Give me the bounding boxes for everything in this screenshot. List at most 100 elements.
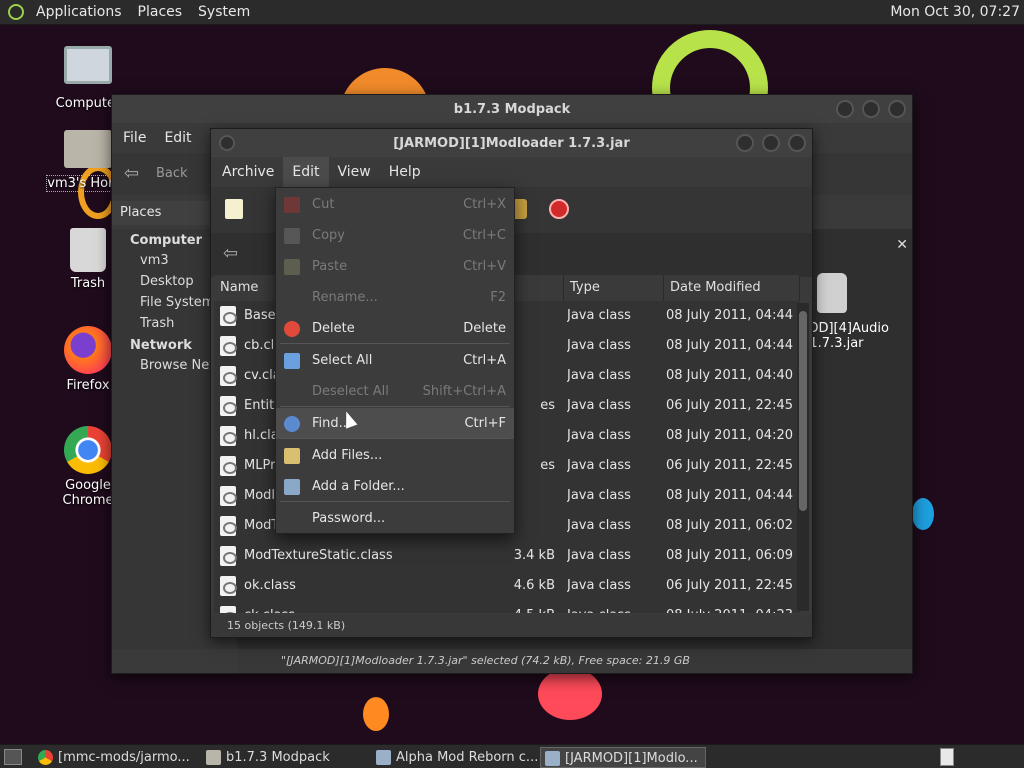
file-manager-statusbar: "[JARMOD][1]Modloader 1.7.3.jar" selecte…	[237, 649, 912, 673]
close-button[interactable]	[788, 134, 806, 152]
home-folder-icon	[64, 130, 112, 168]
table-row[interactable]: ck.class 4.5 kB Java class 08 July 2011, 04…	[214, 601, 798, 613]
menu-item-copy: Copy Ctrl+C	[276, 220, 514, 251]
find-icon	[284, 416, 300, 432]
menu-file[interactable]: File	[114, 123, 155, 153]
vertical-scrollbar[interactable]	[797, 303, 809, 611]
java-class-file-icon	[220, 366, 237, 386]
row-date: 08 July 2011, 04:20	[666, 428, 793, 443]
row-date: 08 July 2011, 04:23	[666, 608, 796, 613]
row-date: 06 July 2011, 22:45	[666, 458, 793, 473]
file-manager-titlebar[interactable]: b1.7.3 Modpack	[112, 95, 912, 123]
menu-item-password[interactable]: Password...	[276, 503, 514, 534]
menu-item-label: Select All	[312, 353, 373, 368]
taskbar-button[interactable]: Alpha Mod Reborn c...	[372, 747, 538, 768]
window-menu-button[interactable]	[219, 135, 235, 151]
row-type: Java class	[567, 518, 631, 533]
menu-item-cut: Cut Ctrl+X	[276, 189, 514, 220]
menu-item-label: Add Files...	[312, 448, 383, 463]
table-row[interactable]: ok.class 4.6 kB Java class 06 July 2011, 22…	[214, 571, 798, 601]
close-button[interactable]	[888, 100, 906, 118]
maximize-button[interactable]	[862, 100, 880, 118]
menu-applications[interactable]: Applications	[28, 4, 130, 20]
menu-item-label: Cut	[312, 197, 335, 212]
menu-archive[interactable]: Archive	[213, 157, 283, 187]
row-date: 08 July 2011, 04:40	[666, 368, 793, 383]
row-type: Java class	[567, 548, 631, 563]
paste-icon	[284, 259, 300, 275]
menu-item-rename: Rename... F2	[276, 282, 514, 313]
row-size: 3.4 kB	[513, 548, 555, 563]
java-class-file-icon	[220, 456, 237, 476]
desktop-icon-label: Trash	[70, 276, 106, 291]
window-title: [JARMOD][1]Modloader 1.7.3.jar	[393, 135, 630, 151]
new-archive-icon[interactable]	[225, 199, 243, 219]
java-class-file-icon	[220, 336, 237, 356]
table-row[interactable]: ModTextureStatic.class 3.4 kB Java class 08…	[214, 541, 798, 571]
computer-icon	[64, 46, 112, 84]
stop-icon[interactable]	[549, 199, 569, 219]
menu-edit[interactable]: Edit	[283, 157, 329, 187]
menu-item-delete[interactable]: Delete Delete	[276, 313, 514, 344]
menu-separator	[280, 501, 510, 502]
row-type: Java class	[567, 458, 631, 473]
menu-item-select-all[interactable]: Select All Ctrl+A	[276, 345, 514, 376]
row-date: 06 July 2011, 22:45	[666, 398, 793, 413]
menu-item-label: Paste	[312, 259, 348, 274]
close-tab-icon[interactable]: ✕	[896, 237, 908, 253]
row-type: Java class	[567, 578, 631, 593]
decor-orb	[912, 498, 934, 530]
menu-item-find[interactable]: Find... Ctrl+F	[276, 408, 514, 439]
menu-edit[interactable]: Edit	[155, 123, 200, 153]
menu-item-label: Rename...	[312, 290, 378, 305]
folder-icon	[206, 750, 221, 765]
taskbar-button[interactable]: [mmc-mods/jarmo...	[34, 747, 200, 768]
java-class-file-icon	[220, 396, 237, 416]
minimize-button[interactable]	[836, 100, 854, 118]
maximize-button[interactable]	[762, 134, 780, 152]
menu-system[interactable]: System	[190, 4, 258, 20]
menu-item-label: Delete	[312, 321, 355, 336]
decor-orb	[363, 697, 389, 731]
gnome-foot-icon[interactable]	[8, 4, 24, 20]
row-date: 08 July 2011, 06:02	[666, 518, 793, 533]
archive-icon	[376, 750, 391, 765]
workspace-switcher[interactable]	[940, 748, 954, 766]
taskbar-button[interactable]: b1.7.3 Modpack	[202, 747, 368, 768]
menu-item-add-a-folder[interactable]: Add a Folder...	[276, 471, 514, 502]
archive-statusbar: 15 objects (149.1 kB)	[211, 615, 812, 637]
row-size: 4.5 kB	[469, 608, 555, 613]
copy-icon	[284, 228, 300, 244]
row-date: 08 July 2011, 04:44	[666, 488, 793, 503]
trash-icon	[70, 228, 106, 272]
menu-item-label: Copy	[312, 228, 345, 243]
menu-item-accel: Ctrl+V	[463, 259, 506, 274]
back-arrow-icon[interactable]: ⇦	[223, 243, 238, 264]
scrollbar-thumb[interactable]	[799, 311, 807, 511]
edit-menu-dropdown: Cut Ctrl+X Copy Ctrl+C Paste Ctrl+V Rename... F…	[275, 187, 515, 534]
java-class-file-icon	[220, 546, 237, 566]
column-date[interactable]: Date Modified	[664, 275, 800, 301]
java-class-file-icon	[220, 576, 237, 596]
minimize-button[interactable]	[736, 134, 754, 152]
menu-places[interactable]: Places	[130, 4, 191, 20]
jar-file-icon[interactable]	[817, 273, 847, 313]
archive-titlebar[interactable]: [JARMOD][1]Modloader 1.7.3.jar	[211, 129, 812, 157]
clock[interactable]: Mon Oct 30, 07:27	[890, 4, 1020, 20]
back-arrow-icon[interactable]: ⇦	[124, 163, 139, 184]
column-type[interactable]: Type	[564, 275, 664, 301]
row-type: Java class	[567, 488, 631, 503]
file-label[interactable]: MOD][4]Audio d 1.7.3.jar	[797, 321, 907, 351]
places-label: Places	[120, 205, 162, 220]
menu-item-add-files[interactable]: Add Files...	[276, 440, 514, 471]
show-desktop-icon[interactable]	[4, 749, 22, 765]
row-type: Java class	[567, 428, 631, 443]
decor-orb	[538, 668, 602, 720]
row-date: 06 July 2011, 22:45	[666, 578, 793, 593]
row-type: Java class	[567, 338, 631, 353]
menu-view[interactable]: View	[329, 157, 380, 187]
taskbar-button[interactable]: [JARMOD][1]Modlo...	[540, 747, 706, 768]
back-button[interactable]: Back	[156, 166, 188, 181]
menu-help[interactable]: Help	[380, 157, 430, 187]
row-size: 4.6 kB	[513, 578, 555, 593]
